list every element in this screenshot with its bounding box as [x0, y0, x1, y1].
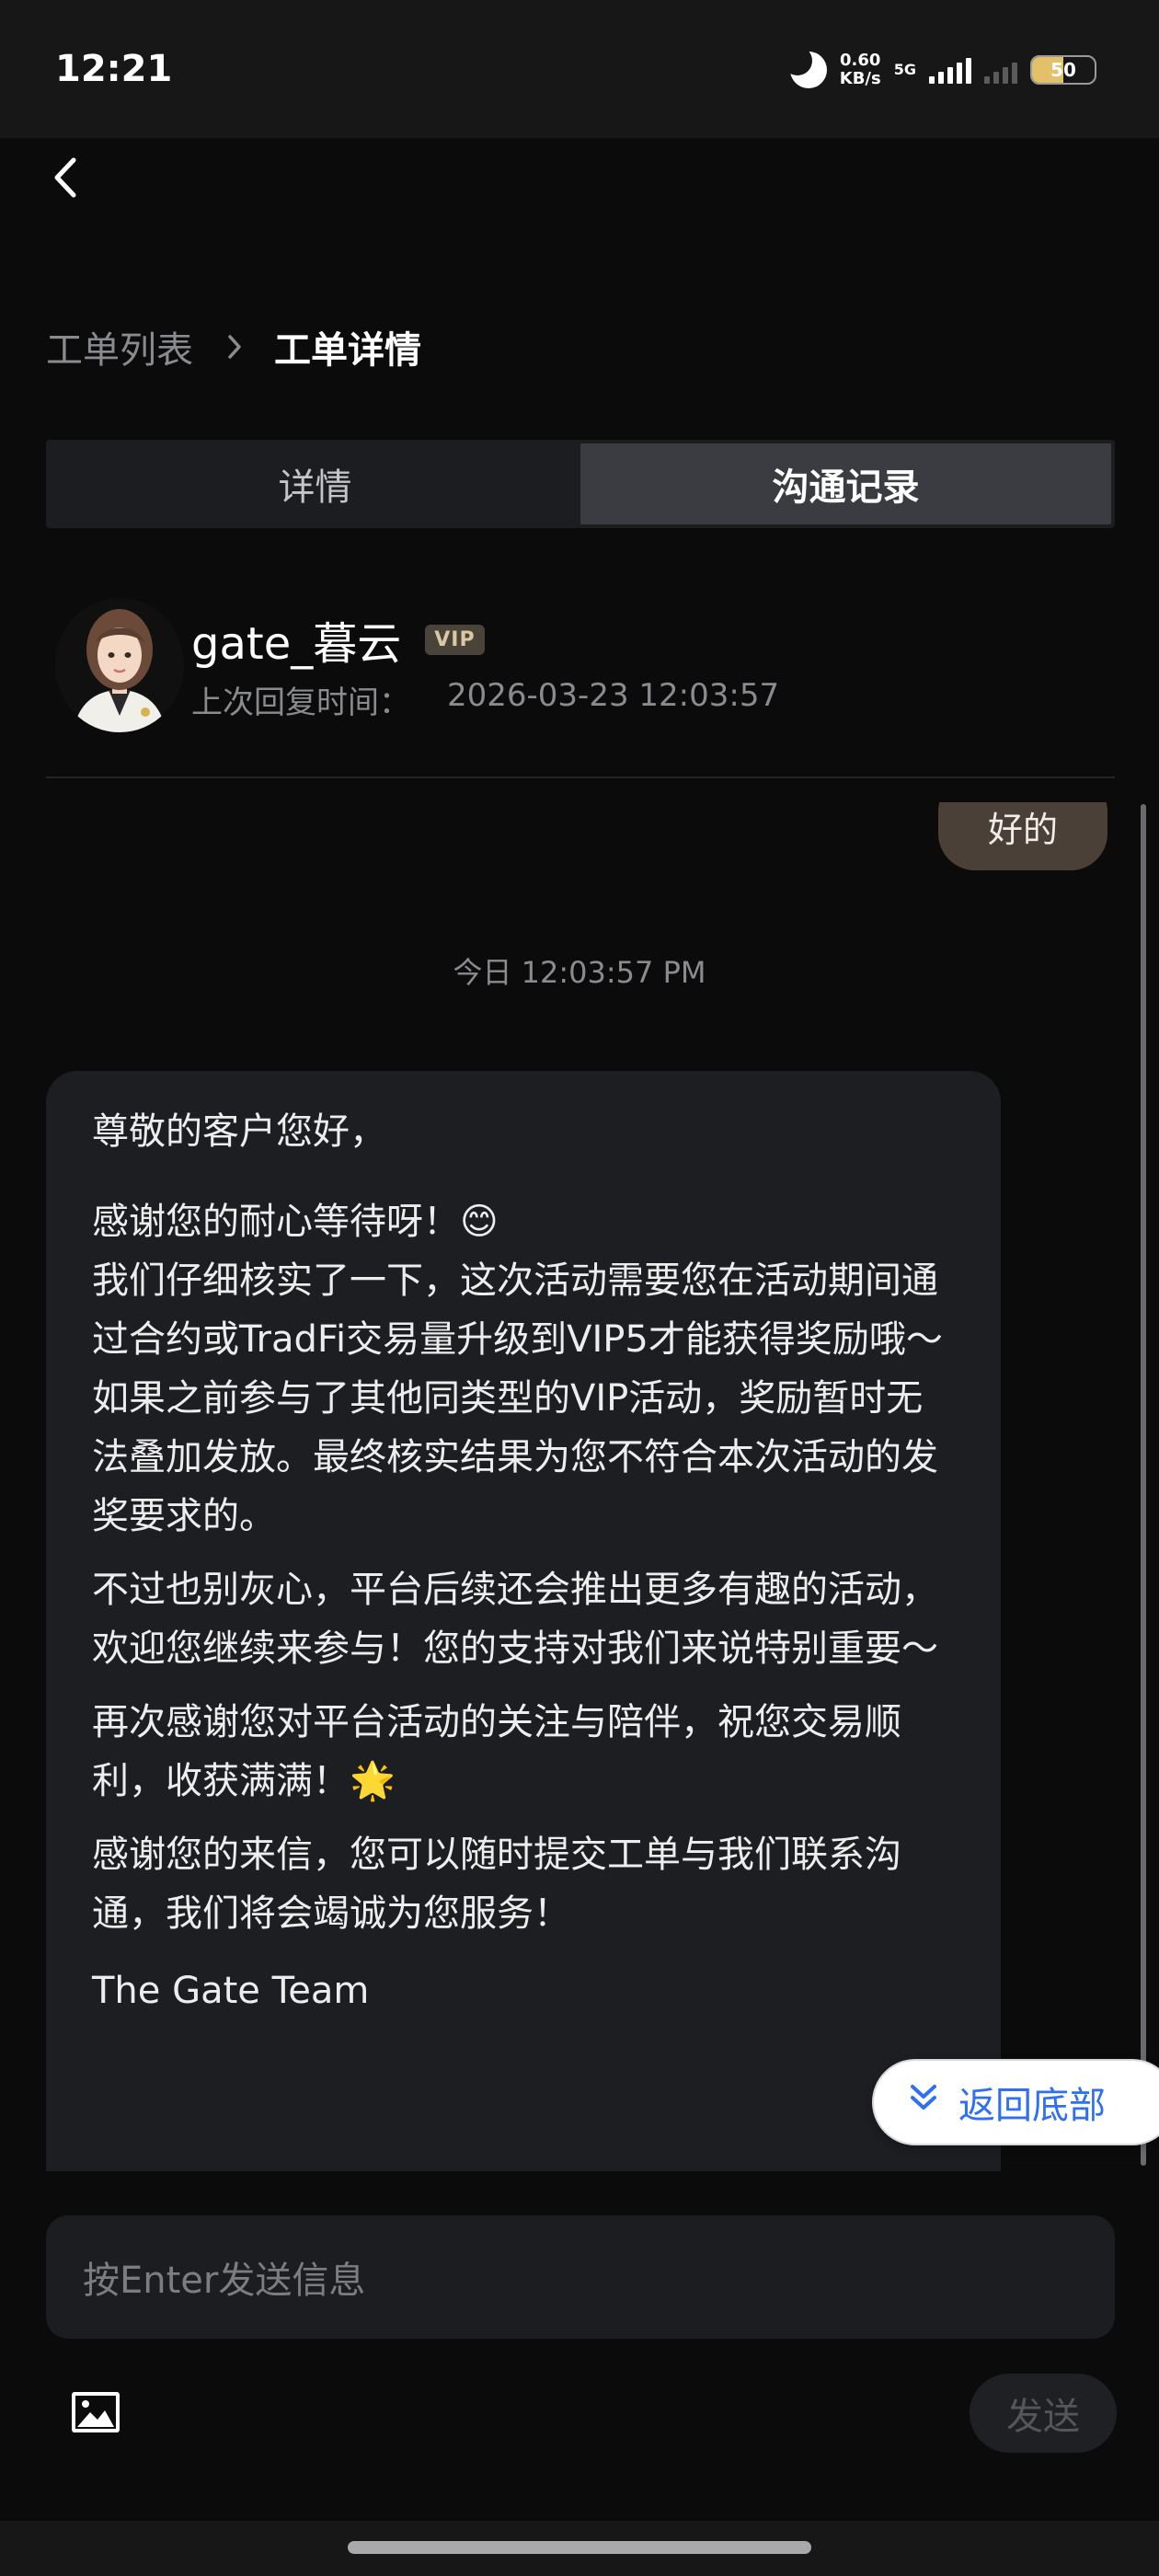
vip-badge: VIP [425, 624, 485, 655]
battery-level: 50 [1050, 59, 1076, 81]
message-body-1: 我们仔细核实了一下，这次活动需要您在活动期间通过合约或TradFi交易量升级到V… [92, 1259, 943, 1537]
tab-communication-log[interactable]: 沟通记录 [580, 443, 1111, 524]
status-time: 12:21 [55, 48, 173, 90]
message-greeting: 尊敬的客户您好， [92, 1110, 386, 1153]
network-speed: 0.60 KB/s [840, 52, 881, 88]
message-signature: The Gate Team [92, 1970, 370, 2012]
speed-value: 0.60 [840, 51, 881, 70]
breadcrumb-ticket-list[interactable]: 工单列表 [46, 320, 193, 374]
agent-header: gate_暮云 VIP 上次回复时间： 2026-03-23 12:03:57 [46, 589, 1115, 778]
tab-bar: 详情 沟通记录 [46, 440, 1115, 528]
network-type: 5G [894, 62, 916, 78]
message-input[interactable]: 按Enter发送信息 [46, 2215, 1115, 2339]
message-body-2: 不过也别灰心，平台后续还会推出更多有趣的活动，欢迎您继续来参与！您的支持对我们来… [92, 1569, 938, 1670]
breadcrumb-ticket-detail: 工单详情 [274, 329, 421, 372]
agent-message-bubble: 尊敬的客户您好， 感谢您的耐心等待呀！😊 我们仔细核实了一下，这次活动需要您在活… [46, 1071, 1001, 2171]
breadcrumb: 工单列表 工单详情 [46, 320, 421, 374]
agent-name-row: gate_暮云 VIP [191, 607, 485, 672]
send-button[interactable]: 发送 [970, 2374, 1117, 2453]
home-indicator[interactable] [348, 2541, 811, 2554]
last-reply-time: 2026-03-23 12:03:57 [447, 677, 780, 714]
double-chevron-down-icon [907, 2081, 940, 2123]
chat-history[interactable]: 好的 今日 12:03:57 PM 尊敬的客户您好， 感谢您的耐心等待呀！😊 我… [0, 802, 1159, 2171]
status-bar: 12:21 0.60 KB/s 5G 50 [0, 0, 1159, 198]
status-icons: 0.60 KB/s 5G 50 [782, 46, 1096, 94]
network-label: 5G [893, 61, 916, 78]
signal-secondary-icon [984, 56, 1017, 84]
message-thanks: 感谢您的耐心等待呀！😊 [92, 1201, 499, 1243]
moon-icon [782, 46, 827, 88]
chevron-right-icon [226, 333, 243, 361]
message-timestamp: 今日 12:03:57 PM [453, 955, 706, 990]
scrollbar-thumb[interactable] [1141, 804, 1146, 2166]
last-reply-row: 上次回复时间： 2026-03-23 12:03:57 [191, 677, 779, 722]
avatar [55, 598, 184, 732]
tab-details[interactable]: 详情 [50, 443, 580, 524]
scroll-to-bottom-button[interactable]: 返回底部 [872, 2059, 1159, 2145]
signal-icon [929, 56, 971, 84]
message-body-3: 再次感谢您对平台活动的关注与陪伴，祝您交易顺利，收获满满！🌟 [92, 1701, 901, 1802]
scroll-to-bottom-label: 返回底部 [958, 2085, 1106, 2127]
message-body-4: 感谢您的来信，您可以随时提交工单与我们联系沟通，我们将会竭诚为您服务！ [92, 1834, 901, 1935]
battery-icon: 50 [1030, 55, 1096, 85]
speed-unit: KB/s [839, 69, 881, 88]
message-input-placeholder: 按Enter发送信息 [83, 2260, 366, 2302]
user-message-bubble: 好的 [938, 802, 1107, 870]
image-upload-icon[interactable] [70, 2390, 121, 2434]
agent-name: gate_暮云 [191, 618, 402, 670]
last-reply-label: 上次回复时间： [191, 684, 410, 721]
back-icon[interactable] [42, 155, 88, 201]
chat-scrollbar[interactable] [1141, 804, 1146, 2166]
